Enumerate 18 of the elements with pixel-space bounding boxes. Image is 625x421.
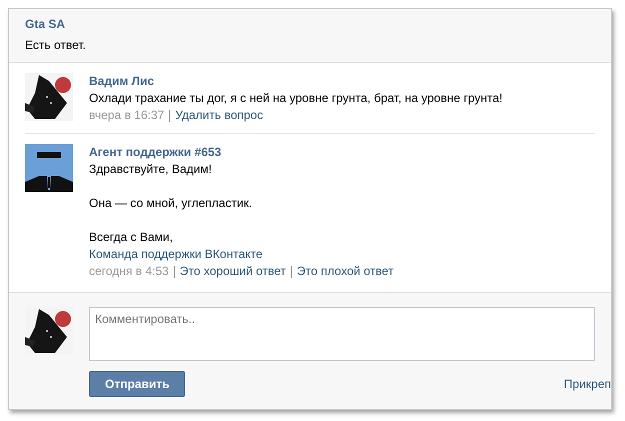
comment-field[interactable]: Комментировать.. (89, 307, 595, 361)
agent-avatar-icon (25, 144, 73, 192)
send-button[interactable]: Отправить (89, 371, 186, 397)
message-text: Она — со мной, углепластик. (89, 195, 254, 212)
action-link[interactable]: Удалить вопрос (175, 107, 264, 124)
post-time: вчера в 16:37 (89, 107, 164, 124)
question-status: Есть ответ. (25, 38, 87, 52)
author-name[interactable]: Агент поддержки #653 (89, 144, 394, 161)
message-text: Охлади трахание ты дог, я с ней на уровне грунта, брат, на уровне грунта! (89, 90, 503, 107)
message-text: Всегда с Вами, (89, 229, 174, 246)
signature-link[interactable]: Команда поддержки ВКонтакте (89, 246, 394, 263)
attach-link[interactable]: Прикреп (564, 377, 611, 391)
message-text: Здравствуйте, Вадим! (89, 161, 213, 178)
question-title: Gta SA (25, 17, 66, 31)
post-time: сегодня в 4:53 (89, 263, 169, 280)
action-link[interactable]: Это плохой ответ (296, 263, 394, 280)
author-name[interactable]: Вадим Лис (89, 73, 503, 90)
action-link[interactable]: Это хороший ответ (180, 263, 286, 280)
